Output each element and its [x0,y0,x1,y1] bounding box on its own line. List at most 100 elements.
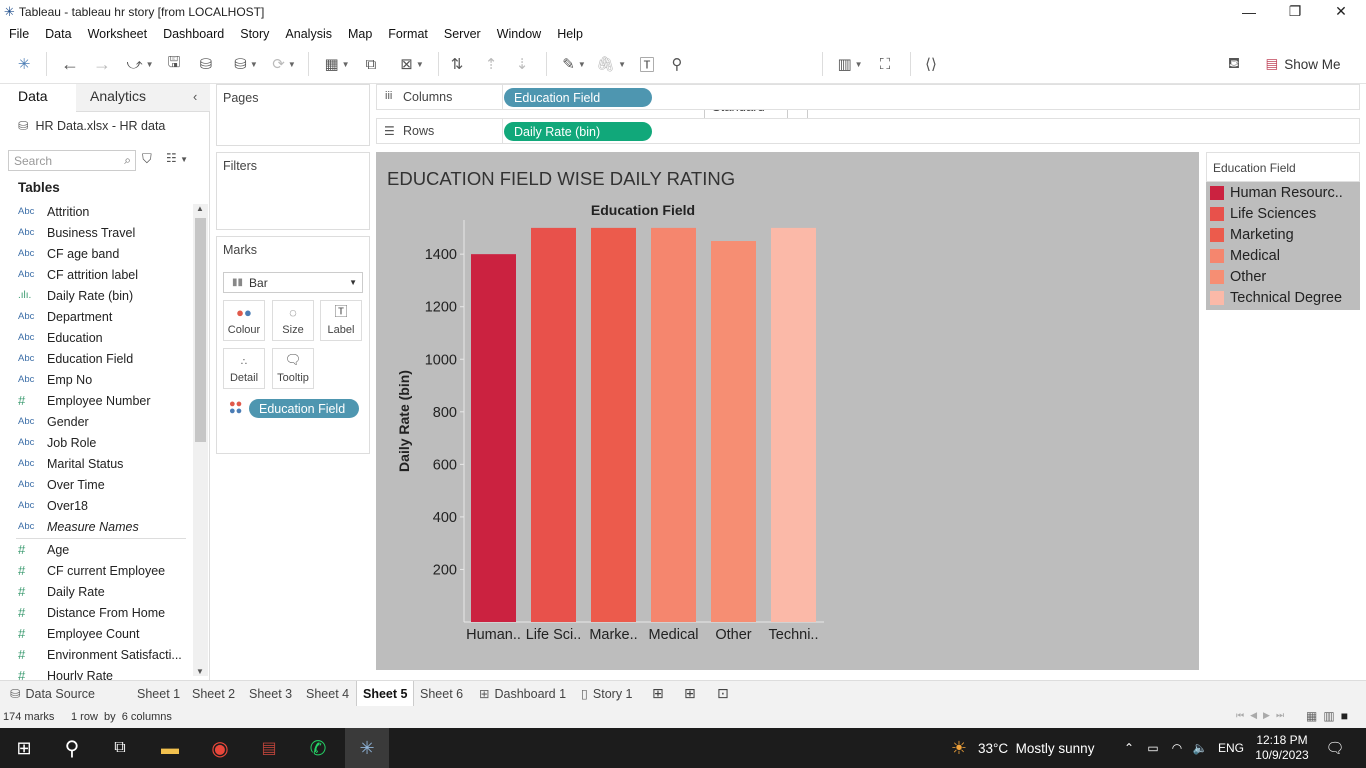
legend-item[interactable]: Technical Degree [1210,288,1342,307]
view-mode-icons[interactable]: ▦▥■ [1306,709,1354,723]
legend-item[interactable]: Marketing [1210,225,1294,244]
menu-dashboard[interactable]: Dashboard [155,27,232,41]
show-me-button[interactable]: ▤ Show Me [1258,52,1348,76]
new-dashboard-tab-icon[interactable]: ⊞ [678,681,702,706]
bar-human-resources[interactable] [471,254,516,622]
field-item[interactable]: Abc Department [18,306,112,327]
field-item[interactable]: Abc Emp No [18,369,92,390]
field-item[interactable]: # Age [18,539,69,560]
show-mark-labels-icon[interactable]: 🅃 [636,52,658,76]
scroll-down-icon[interactable]: ▼ [196,667,204,676]
clear-sheet-icon[interactable]: ⊠ ▼ [392,52,432,76]
field-item[interactable]: Abc Business Travel [18,222,135,243]
fix-axes-icon[interactable]: ⚲ [666,52,688,76]
clock[interactable]: 12:18 PM 10/9/2023 [1254,728,1310,768]
mark-type-select[interactable]: ▮▮ Bar ▼ [223,272,363,293]
detail-button[interactable]: ∴ Detail [223,348,265,389]
new-story-tab-icon[interactable]: ⊡ [711,681,735,706]
minimize-button[interactable]: — [1226,0,1272,23]
new-worksheet-icon[interactable]: ▦ ▼ [318,52,356,76]
battery-icon[interactable]: ▭ [1144,728,1162,768]
new-datasource-icon[interactable]: ⛁ [195,52,217,76]
field-item[interactable]: Abc Marital Status [18,453,123,474]
refresh-icon[interactable]: ⟳ ▼ [264,52,304,76]
presentation-mode-icon[interactable]: ⛶ [874,52,896,76]
menu-data[interactable]: Data [37,27,79,41]
scroll-up-icon[interactable]: ▲ [196,204,204,213]
format-painter-icon[interactable]: ⛾ [1222,52,1246,76]
scrollbar-thumb[interactable] [195,218,206,442]
search-input[interactable]: Search ⌕ [8,150,136,171]
tab-story-1[interactable]: ▯ Story 1 [575,681,639,706]
colour-pill[interactable]: Education Field [249,399,359,418]
menu-format[interactable]: Format [380,27,436,41]
tab-sheet-1[interactable]: Sheet 1 [131,681,186,706]
field-item[interactable]: Abc Over18 [18,495,88,516]
file-explorer-icon[interactable]: ▬ [154,728,186,768]
menu-map[interactable]: Map [340,27,380,41]
field-item[interactable]: Abc Measure Names [18,516,139,537]
field-item[interactable]: Abc Gender [18,411,89,432]
swap-rows-columns-icon[interactable]: ⇅ [446,52,468,76]
menu-help[interactable]: Help [549,27,591,41]
wifi-icon[interactable]: ◠ [1168,728,1186,768]
tab-sheet-6[interactable]: Sheet 6 [414,681,469,706]
columns-shelf[interactable]: iii Columns Education Field [376,84,1360,110]
worksheet-view[interactable]: EDUCATION FIELD WISE DAILY RATING Educat… [376,152,1199,670]
share-icon[interactable]: ⟨⟩ [920,52,942,76]
field-item[interactable]: Abc Education Field [18,348,133,369]
columns-pill[interactable]: Education Field [504,88,652,107]
group-members-icon[interactable]: 🖇 ▼ [594,52,628,76]
tableau-start-icon[interactable]: ✳ [12,52,36,76]
undo-icon[interactable]: ← [58,52,82,76]
field-item[interactable]: # Distance From Home [18,602,165,623]
filter-icon[interactable]: ⛉ [142,151,152,167]
tooltip-button[interactable]: 🗨 Tooltip [272,348,314,389]
menu-story[interactable]: Story [232,27,277,41]
filters-card[interactable]: Filters [216,152,370,230]
tableau-taskbar-icon[interactable]: ✳ [345,728,389,768]
rows-shelf[interactable]: ☰ Rows Daily Rate (bin) [376,118,1360,144]
field-item[interactable]: # Environment Satisfacti... [18,644,182,665]
datasource-row[interactable]: ⛁ HR Data.xlsx - HR data [18,118,165,134]
volume-icon[interactable]: 🔈 [1191,728,1209,768]
field-item[interactable]: # Employee Number [18,390,151,411]
menu-server[interactable]: Server [436,27,489,41]
show-cards-icon[interactable]: ▥ ▼ [832,52,868,76]
whatsapp-icon[interactable]: ✆ [302,728,334,768]
sheet-nav-arrows[interactable]: ⏮◀▶⏭ [1236,710,1290,721]
tab-data[interactable]: Data [18,88,48,104]
sort-ascending-icon[interactable]: ⇡ [480,52,502,76]
language-indicator[interactable]: ENG [1216,728,1246,768]
colour-legend[interactable]: Human Resourc.. Life Sciences Marketing Med… [1206,182,1360,310]
bar-life-sciences[interactable] [531,227,576,622]
label-button[interactable]: 🅃 Label [320,300,362,341]
bar-technical-degree[interactable] [771,227,816,622]
menu-window[interactable]: Window [489,27,549,41]
bar-marketing[interactable] [591,227,636,622]
tab-data-source[interactable]: ⛁ Data Source [4,681,101,706]
bar-other[interactable] [711,241,756,623]
collapse-pane-icon[interactable]: ‹ [193,89,197,104]
tab-sheet-4[interactable]: Sheet 4 [300,681,355,706]
notifications-icon[interactable]: 🗨 [1322,728,1348,768]
task-view-icon[interactable]: ⧉ [104,728,136,768]
field-item[interactable]: Abc Attrition [18,201,89,222]
field-item[interactable]: # Daily Rate [18,581,105,602]
search-icon[interactable]: ⚲ [56,728,88,768]
colour-button[interactable]: ●● Colour [223,300,265,341]
new-worksheet-tab-icon[interactable]: ⊞ [646,681,670,706]
tab-sheet-2[interactable]: Sheet 2 [186,681,241,706]
pause-updates-icon[interactable]: ⛁ ▼ [226,52,266,76]
field-item[interactable]: Abc CF attrition label [18,264,138,285]
tab-sheet-3[interactable]: Sheet 3 [243,681,298,706]
weather-text[interactable]: 33°C Mostly sunny [978,728,1094,768]
legend-item[interactable]: Life Sciences [1210,204,1316,223]
close-button[interactable]: ✕ [1318,0,1364,23]
field-item[interactable]: .ılı. Daily Rate (bin) [18,285,133,306]
bar-medical[interactable] [651,227,696,622]
menu-worksheet[interactable]: Worksheet [80,27,156,41]
highlight-icon[interactable]: ✎ ▼ [557,52,591,76]
pages-card[interactable]: Pages [216,84,370,146]
sort-descending-icon[interactable]: ⇣ [511,52,533,76]
